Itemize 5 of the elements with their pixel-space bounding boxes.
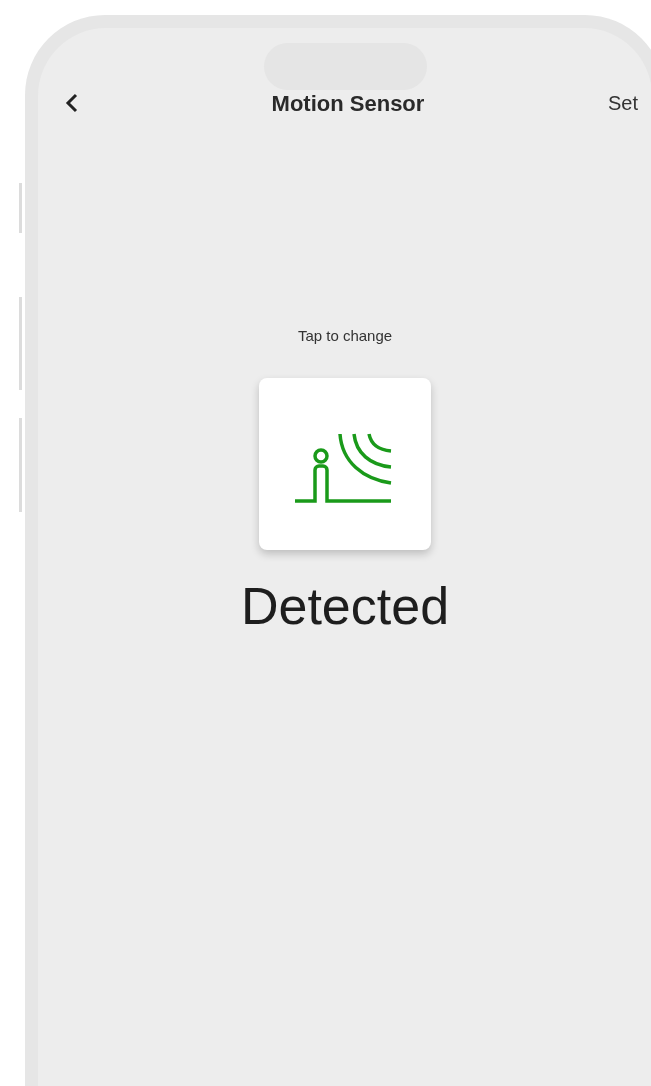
set-button[interactable]: Set xyxy=(607,88,638,118)
status-text: Detected xyxy=(240,579,450,632)
sensor-toggle-button[interactable] xyxy=(259,377,431,550)
screen-title: Motion Sensor xyxy=(271,89,425,118)
hint-text: Tap to change xyxy=(297,326,393,346)
